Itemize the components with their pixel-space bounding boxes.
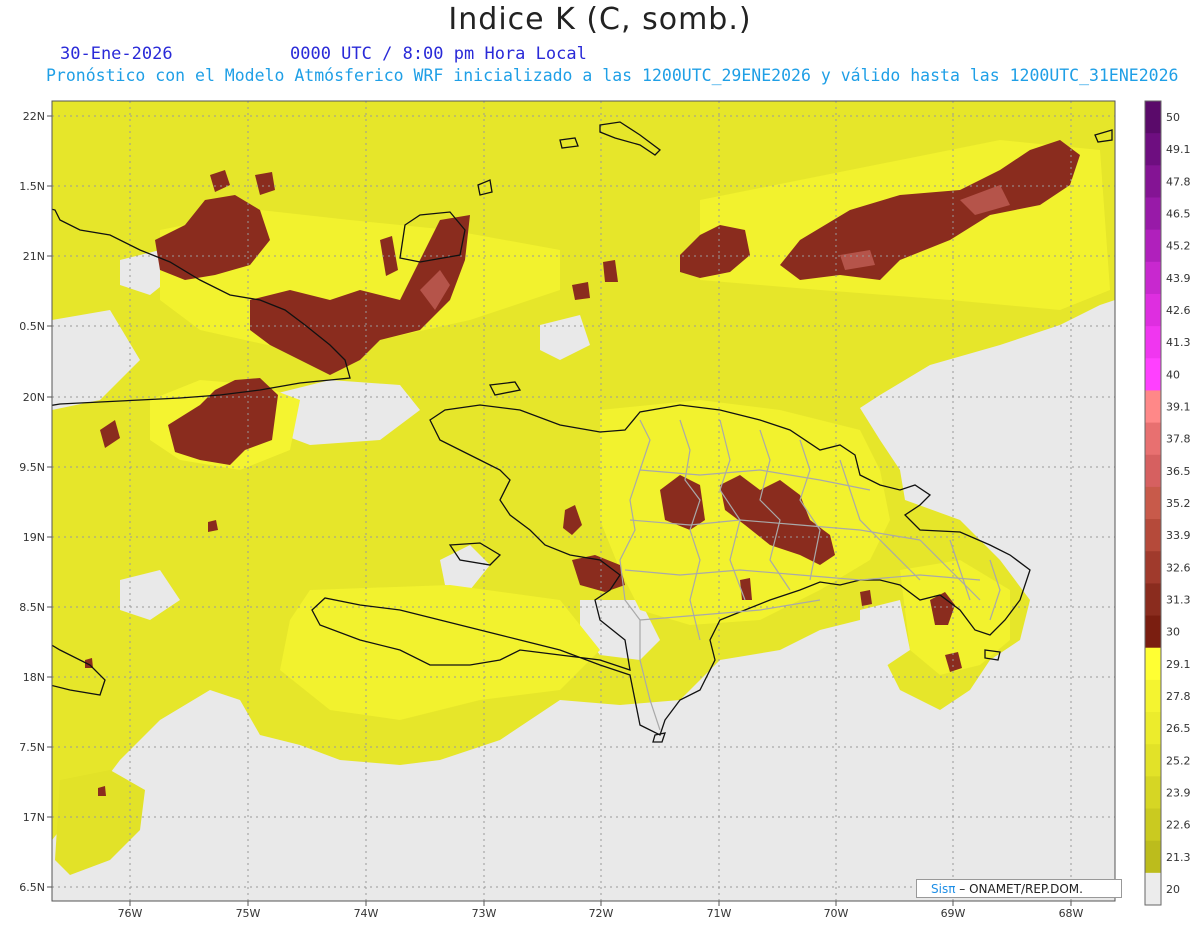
colorbar-swatch [1145, 454, 1161, 488]
colorbar-swatch [1145, 422, 1161, 456]
lat-label: 9.5N [19, 461, 45, 474]
colorbar-swatch [1145, 197, 1161, 231]
lon-label: 68W [1059, 907, 1084, 920]
lon-label: 70W [824, 907, 849, 920]
lat-label: 8.5N [19, 601, 45, 614]
sis-logo-text: Sisπ [931, 882, 956, 896]
lat-label: 0.5N [19, 320, 45, 333]
lon-label: 69W [941, 907, 966, 920]
lon-label: 71W [707, 907, 732, 920]
colorbar-label: 39.1 [1166, 401, 1191, 414]
colorbar-label: 35.2 [1166, 497, 1191, 510]
colorbar-swatch [1145, 583, 1161, 617]
colorbar: 50 49.1 47.8 46.5 45.2 43.9 42.6 41.3 40 39.1 37.8… [1144, 100, 1191, 906]
colorbar-swatch [1145, 551, 1161, 584]
colorbar-label: 21.3 [1166, 851, 1191, 864]
colorbar-label: 26.5 [1166, 722, 1191, 735]
colorbar-swatch [1145, 486, 1161, 520]
colorbar-swatch [1145, 101, 1161, 134]
colorbar-label: 31.3 [1166, 593, 1191, 606]
colorbar-label: 23.9 [1166, 786, 1191, 799]
latitude-axis: 22N 1.5N 21N 0.5N 20N 9.5N 19N 8.5N 18N … [19, 110, 45, 894]
colorbar-label: 20 [1166, 883, 1180, 896]
colorbar-label: 42.6 [1166, 304, 1191, 317]
colorbar-label: 37.8 [1166, 433, 1191, 446]
colorbar-label: 43.9 [1166, 272, 1191, 285]
colorbar-label: 36.5 [1166, 465, 1191, 478]
longitude-axis: 76W 75W 74W 73W 72W 71W 70W 69W 68W [118, 907, 1084, 920]
colorbar-swatch [1145, 712, 1161, 745]
colorbar-label: 27.8 [1166, 690, 1191, 703]
lon-ticks [129, 901, 1072, 906]
colorbar-label: 33.9 [1166, 529, 1191, 542]
colorbar-label: 40 [1166, 368, 1180, 381]
colorbar-label: 46.5 [1166, 208, 1191, 221]
colorbar-swatch [1145, 358, 1161, 391]
lat-ticks [47, 115, 52, 888]
lat-label: 20N [23, 391, 45, 404]
colorbar-swatch [1145, 872, 1161, 906]
colorbar-label: 45.2 [1166, 240, 1191, 253]
map-field [52, 101, 1115, 901]
colorbar-swatch [1145, 840, 1161, 874]
lat-label: 6.5N [19, 881, 45, 894]
lat-label: 17N [23, 811, 45, 824]
k-index-map: 22N 1.5N 21N 0.5N 20N 9.5N 19N 8.5N 18N … [19, 100, 1191, 920]
colorbar-swatch [1145, 293, 1161, 327]
colorbar-label: 32.6 [1166, 561, 1191, 574]
lat-label: 7.5N [19, 741, 45, 754]
lon-label: 76W [118, 907, 143, 920]
credit-box: Sisπ – ONAMET/REP.DOM. [916, 879, 1122, 898]
k-index-high-zone [860, 590, 872, 606]
lon-label: 72W [589, 907, 614, 920]
colorbar-swatch [1145, 229, 1161, 263]
lat-label: 21N [23, 250, 45, 263]
colorbar-swatch [1145, 679, 1161, 713]
colorbar-label: 30 [1166, 626, 1180, 639]
colorbar-label: 25.2 [1166, 754, 1191, 767]
colorbar-swatch [1145, 165, 1161, 198]
lat-label: 18N [23, 671, 45, 684]
colorbar-swatch [1145, 744, 1161, 777]
k-index-high-zone [740, 578, 752, 600]
lon-label: 75W [236, 907, 261, 920]
lon-label: 73W [472, 907, 497, 920]
k-index-high-zone [572, 282, 590, 300]
colorbar-swatch [1145, 390, 1161, 424]
colorbar-swatch [1145, 615, 1161, 649]
lon-label: 74W [354, 907, 379, 920]
lat-label: 19N [23, 531, 45, 544]
colorbar-swatch [1145, 519, 1161, 552]
colorbar-swatch [1145, 133, 1161, 166]
colorbar-swatch [1145, 808, 1161, 842]
lat-label: 22N [23, 110, 45, 123]
colorbar-label: 29.1 [1166, 658, 1191, 671]
credit-text: – ONAMET/REP.DOM. [955, 882, 1083, 896]
colorbar-swatch [1145, 261, 1161, 295]
colorbar-swatch [1145, 326, 1161, 359]
colorbar-label: 49.1 [1166, 143, 1191, 156]
colorbar-label: 47.8 [1166, 175, 1191, 188]
colorbar-swatch [1145, 647, 1161, 681]
lat-label: 1.5N [19, 180, 45, 193]
colorbar-label: 22.6 [1166, 819, 1191, 832]
colorbar-label: 41.3 [1166, 336, 1191, 349]
colorbar-label: 50 [1166, 111, 1180, 124]
colorbar-swatch [1145, 776, 1161, 810]
